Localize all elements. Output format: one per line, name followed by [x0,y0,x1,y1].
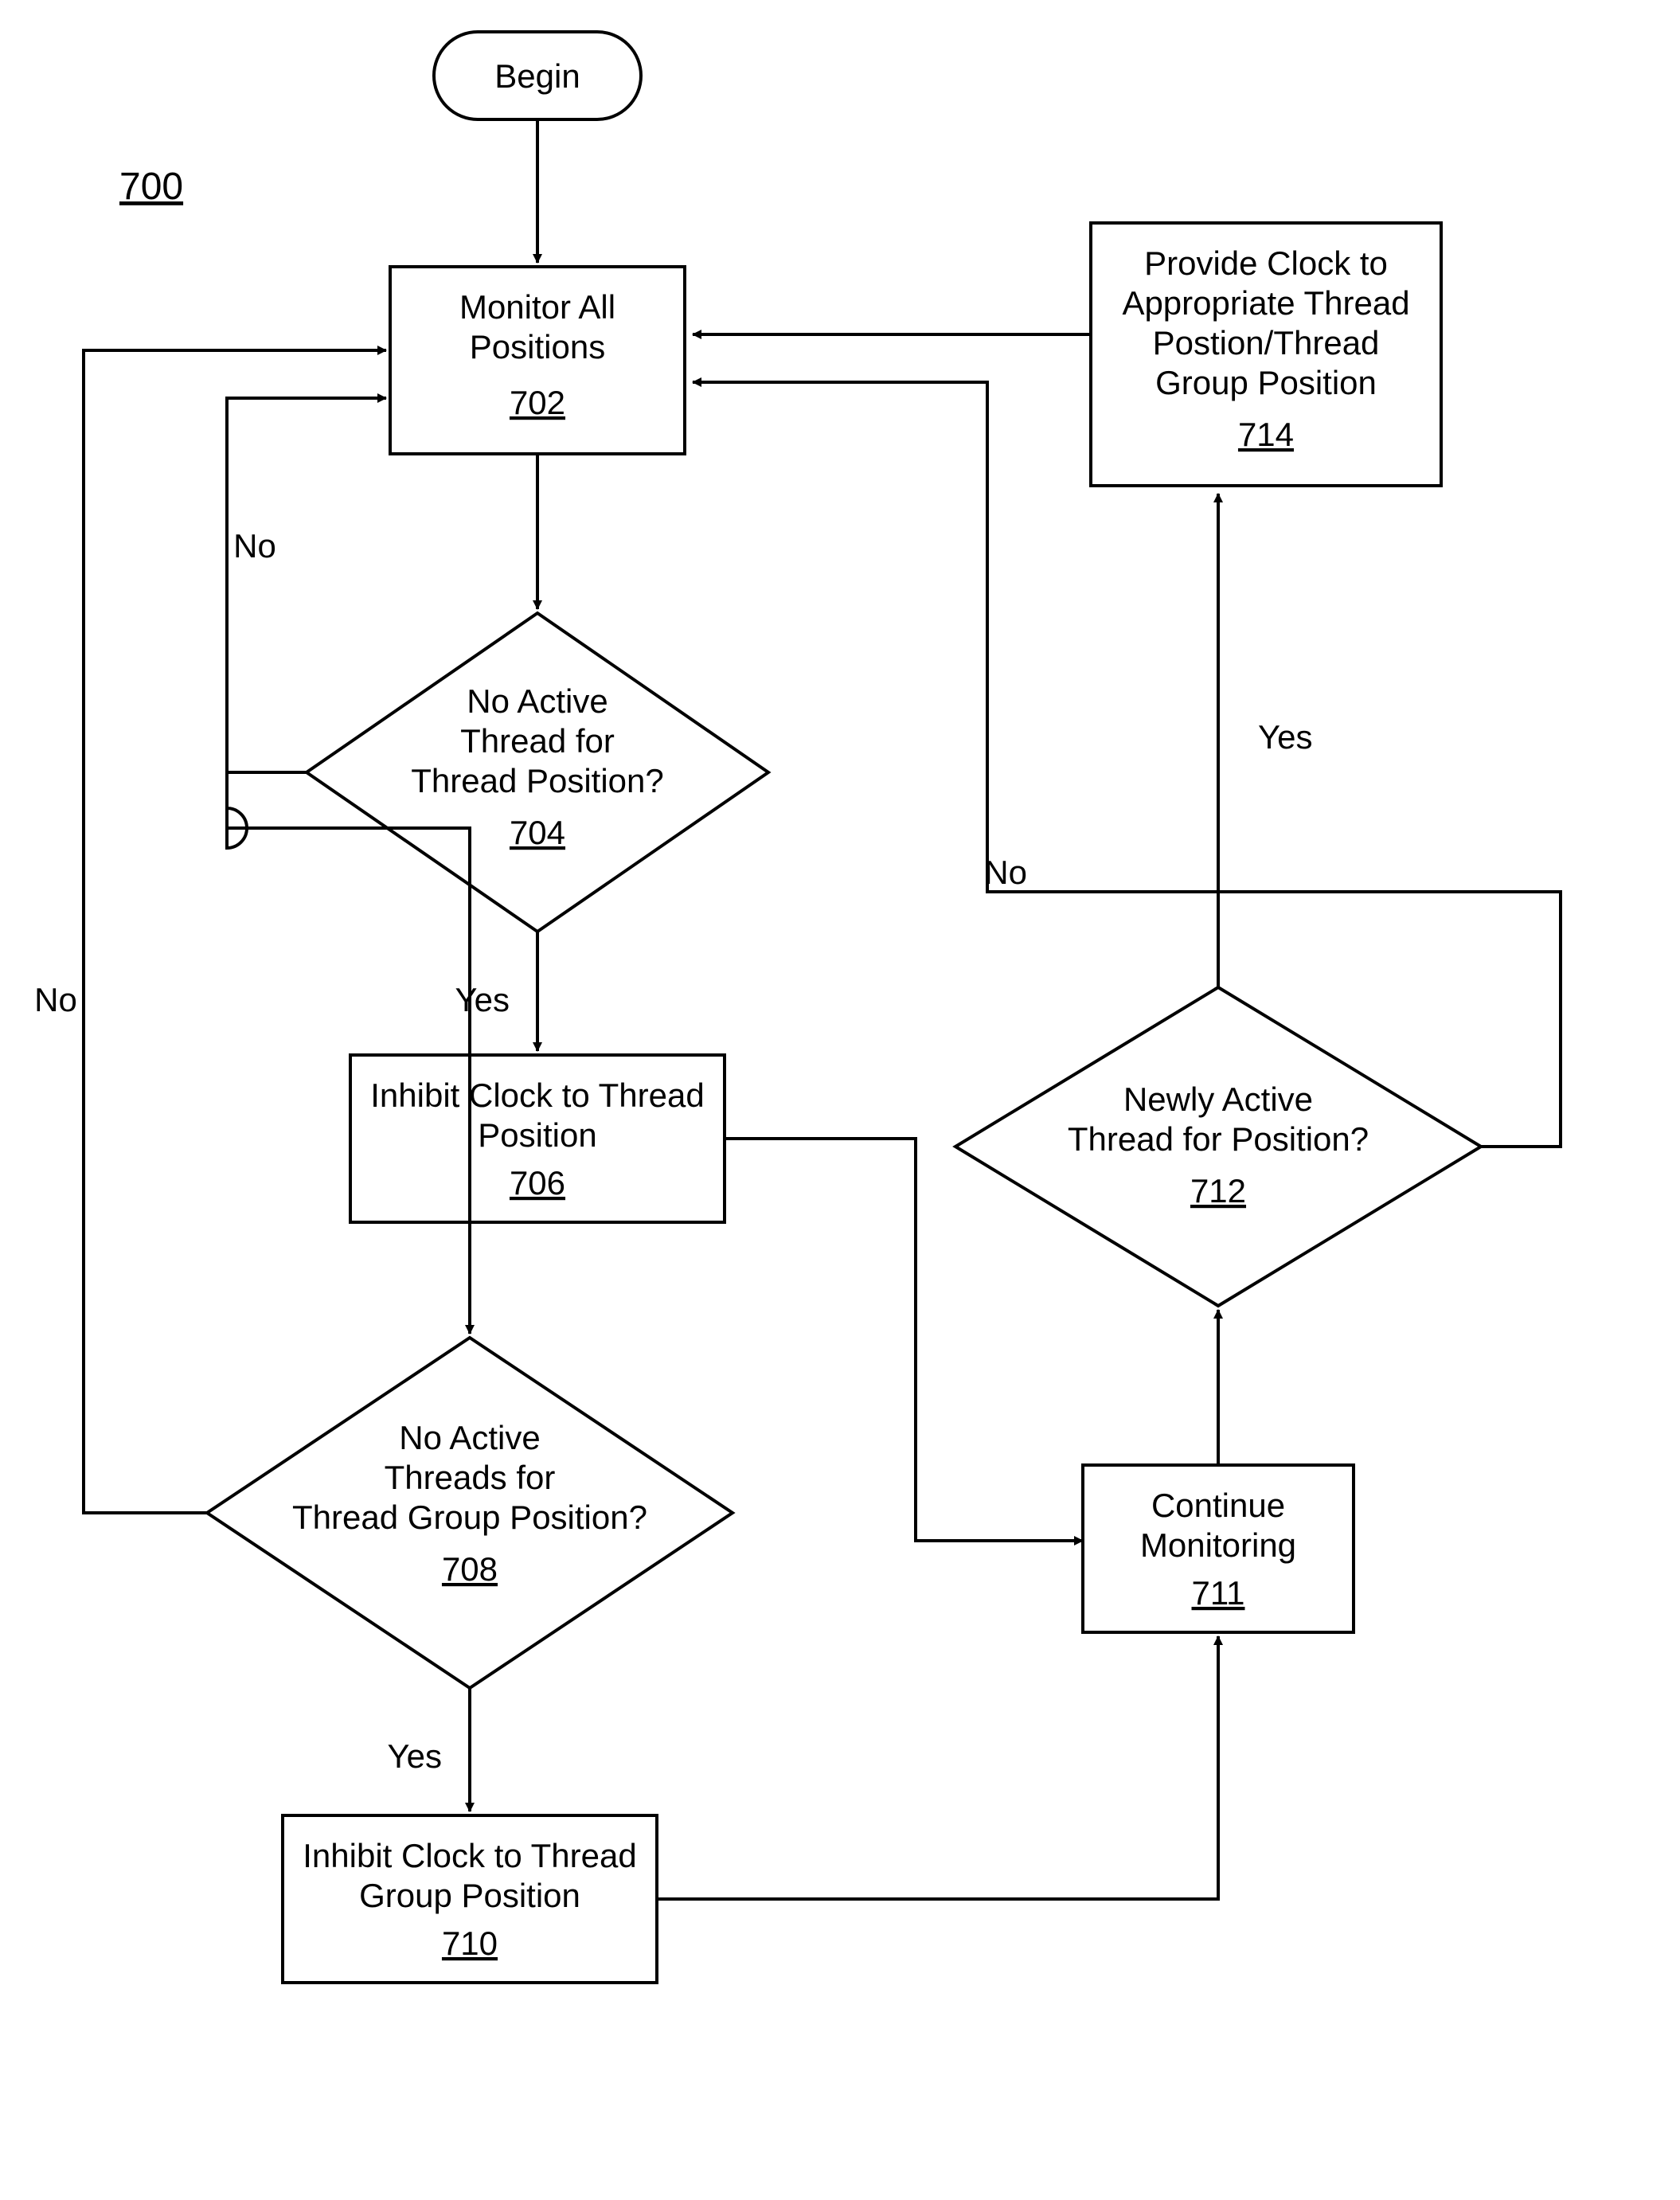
n708-ref: 708 [442,1550,498,1588]
n704-line2: Thread for [460,722,615,760]
node-704: No Active Thread for Thread Position? 70… [307,613,768,932]
node-begin: Begin [434,32,641,119]
n711-line2: Monitoring [1140,1526,1296,1564]
label-708-no: No [34,981,77,1018]
n712-line1: Newly Active [1123,1080,1313,1118]
n704-line3: Thread Position? [411,762,664,799]
n711-line1: Continue [1151,1487,1285,1524]
n714-line3: Postion/Thread [1153,324,1380,361]
node-712: Newly Active Thread for Position? 712 [955,987,1481,1306]
n708-line1: No Active [399,1419,540,1456]
node-711: Continue Monitoring 711 [1083,1465,1354,1632]
node-708: No Active Threads for Thread Group Posit… [207,1338,733,1688]
flowchart: 700 Begin Monitor All Positions 702 Prov… [0,0,1680,2200]
n702-ref: 702 [510,384,565,421]
n706-line1: Inhibit Clock to Thread [370,1077,704,1114]
edge-710-711 [657,1636,1218,1899]
n702-line1: Monitor All [459,288,615,326]
label-708-yes: Yes [387,1737,442,1775]
n704-line1: No Active [467,682,608,720]
n706-line2: Position [478,1116,596,1154]
label-712-yes: Yes [1258,718,1313,756]
label-704-no: No [233,527,276,565]
n708-line2: Threads for [385,1459,556,1496]
n706-ref: 706 [510,1164,565,1202]
n702-line2: Positions [470,328,605,365]
n712-ref: 712 [1190,1172,1246,1209]
n708-line3: Thread Group Position? [292,1499,647,1536]
n714-ref: 714 [1238,416,1294,453]
n711-ref: 711 [1192,1574,1245,1612]
node-706: Inhibit Clock to Thread Position 706 [350,1055,725,1222]
n714-line2: Appropriate Thread [1122,284,1409,322]
figure-number: 700 [119,166,183,208]
n714-line4: Group Position [1155,364,1377,401]
node-702: Monitor All Positions 702 [390,267,685,454]
edge-706-711 [725,1139,1083,1541]
node-710: Inhibit Clock to Thread Group Position 7… [283,1815,657,1983]
n714-line1: Provide Clock to [1144,244,1388,282]
n712-line2: Thread for Position? [1068,1120,1369,1158]
edge-712-no [693,382,1561,1147]
n710-line2: Group Position [359,1877,580,1914]
n710-line1: Inhibit Clock to Thread [303,1837,636,1874]
begin-label: Begin [494,57,580,95]
edge-708-no [84,350,386,1513]
n710-ref: 710 [442,1925,498,1962]
node-714: Provide Clock to Appropriate Thread Post… [1091,223,1441,486]
label-704-yes: Yes [455,981,510,1018]
n704-ref: 704 [510,814,565,851]
label-712-no: No [984,854,1027,891]
